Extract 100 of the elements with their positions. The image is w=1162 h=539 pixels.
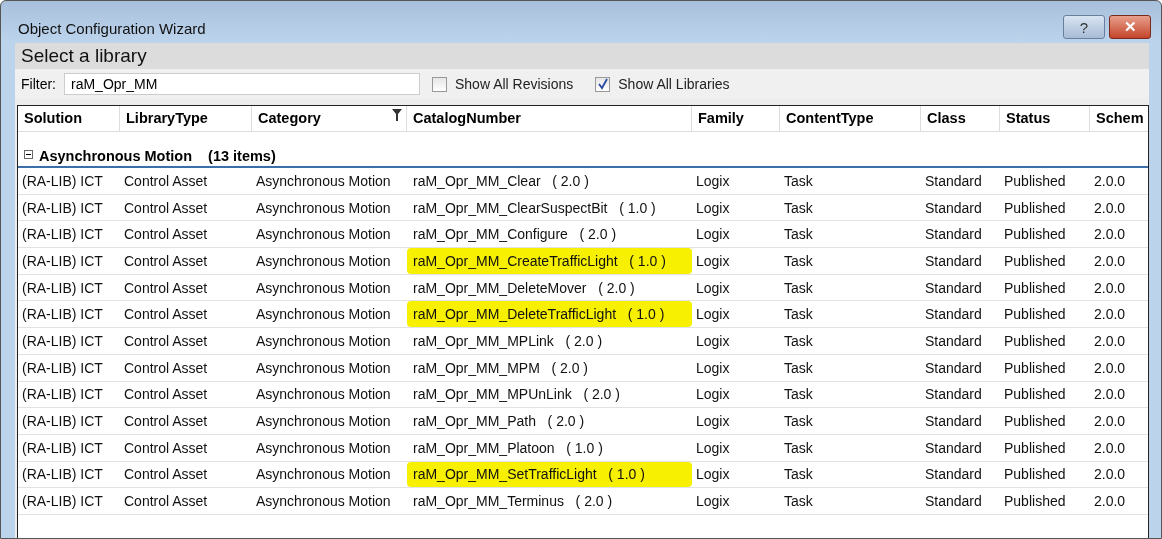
table-cell-text: Asynchronous Motion: [255, 385, 392, 405]
table-cell-text: Control Asset: [123, 492, 209, 512]
table-cell-text: 2.0.0: [1093, 492, 1127, 512]
filter-icon[interactable]: [392, 109, 402, 121]
table-cell-text: Logix: [695, 331, 731, 351]
table-cell-text: Standard: [924, 171, 983, 191]
filter-field[interactable]: raM_Opr_MM: [64, 73, 420, 95]
table-cell-text: 2.0.0: [1093, 305, 1127, 325]
table-cell-text: (RA-LIB) ICT: [21, 385, 104, 405]
table-cell-text: Asynchronous Motion: [255, 412, 392, 432]
table-cell-text: Standard: [924, 251, 983, 271]
table-cell-text: (RA-LIB) ICT: [21, 251, 104, 271]
table-cell-text: Logix: [695, 385, 731, 405]
table-cell-text: Standard: [924, 412, 983, 432]
filter-label: Filter:: [21, 76, 56, 92]
column-header[interactable]: LibraryType: [120, 106, 252, 131]
table-cell-text: Asynchronous Motion: [255, 251, 392, 271]
table-cell-text: Published: [1003, 358, 1067, 378]
table-cell-text: Control Asset: [123, 412, 209, 432]
column-header[interactable]: ContentType: [780, 106, 921, 131]
column-header[interactable]: Category: [252, 106, 407, 131]
table-cell-text: Standard: [924, 278, 983, 298]
window-title: Object Configuration Wizard: [18, 19, 206, 37]
table-cell: raM_Opr_MM_DeleteTrafficLight ( 1.0 ): [407, 301, 692, 328]
table-cell-text: (RA-LIB) ICT: [21, 492, 104, 512]
column-header[interactable]: Solution: [18, 106, 120, 131]
table-cell-text: Asynchronous Motion: [255, 305, 392, 325]
column-header[interactable]: Family: [692, 106, 780, 131]
table-cell-text: Control Asset: [123, 225, 209, 245]
table-cell-text: Task: [783, 412, 814, 432]
table-cell-text: Control Asset: [123, 465, 209, 485]
table-cell-text: (RA-LIB) ICT: [21, 412, 104, 432]
column-header[interactable]: CatalogNumber: [407, 106, 692, 131]
table-cell-text: Published: [1003, 251, 1067, 271]
table-cell-text: Published: [1003, 331, 1067, 351]
table-cell-text: Logix: [695, 305, 731, 325]
table-cell-text: (RA-LIB) ICT: [21, 358, 104, 378]
table-cell-text: (RA-LIB) ICT: [21, 331, 104, 351]
table-cell-text: Standard: [924, 465, 983, 485]
table-cell-text: Published: [1003, 492, 1067, 512]
table-cell-text: 2.0.0: [1093, 412, 1127, 432]
table-cell-text: raM_Opr_MM_Clear ( 2.0 ): [412, 171, 590, 191]
group-label: Asynchronous Motion: [39, 148, 193, 164]
table-cell-text: Asynchronous Motion: [255, 465, 392, 485]
table-cell-text: Control Asset: [123, 171, 209, 191]
table-cell-text: (RA-LIB) ICT: [21, 198, 104, 218]
table-cell-text: Published: [1003, 198, 1067, 218]
table-cell-text: Control Asset: [123, 385, 209, 405]
table-cell-text: Asynchronous Motion: [255, 358, 392, 378]
table-cell-text: Logix: [695, 251, 731, 271]
table-cell-text: (RA-LIB) ICT: [21, 171, 104, 191]
table-cell-text: Published: [1003, 305, 1067, 325]
table-cell-text: 2.0.0: [1093, 331, 1127, 351]
table-cell-text: Logix: [695, 438, 731, 458]
table-cell-text: Control Asset: [123, 331, 209, 351]
help-button[interactable]: ?: [1063, 15, 1105, 39]
column-header[interactable]: Class: [921, 106, 1000, 131]
column-header[interactable]: Status: [1000, 106, 1090, 131]
table-cell-text: Asynchronous Motion: [255, 171, 392, 191]
table-cell-text: 2.0.0: [1093, 171, 1127, 191]
table-cell-text: (RA-LIB) ICT: [21, 305, 104, 325]
table-cell-text: Asynchronous Motion: [255, 278, 392, 298]
table-cell-text: Task: [783, 251, 814, 271]
table-cell-text: Standard: [924, 438, 983, 458]
table-cell-text: Published: [1003, 171, 1067, 191]
table-cell-text: Published: [1003, 385, 1067, 405]
table-cell-text: Standard: [924, 385, 983, 405]
column-header[interactable]: Schem: [1090, 106, 1148, 131]
table-cell-text: Logix: [695, 171, 731, 191]
collapse-icon[interactable]: [24, 149, 33, 159]
checkbox[interactable]: [595, 76, 611, 92]
table-cell-text: raM_Opr_MM_Terminus ( 2.0 ): [412, 492, 614, 512]
table-cell-text: 2.0.0: [1093, 385, 1127, 405]
table-cell-text: Logix: [695, 278, 731, 298]
table-cell-text: raM_Opr_MM_ClearSuspectBit ( 1.0 ): [412, 198, 657, 218]
checkbox[interactable]: [432, 76, 447, 92]
table-cell-text: raM_Opr_MM_Platoon ( 1.0 ): [412, 438, 604, 458]
table-cell-text: Asynchronous Motion: [255, 198, 392, 218]
table-cell-text: Logix: [695, 412, 731, 432]
table-cell-text: Published: [1003, 412, 1067, 432]
table-cell-text: (RA-LIB) ICT: [21, 225, 104, 245]
table-cell: raM_Opr_MM_SetTrafficLight ( 1.0 ): [407, 461, 692, 488]
table-cell-text: Control Asset: [123, 305, 209, 325]
table-cell-text: Task: [783, 305, 814, 325]
table-cell-text: Control Asset: [123, 251, 209, 271]
table-cell-text: Asynchronous Motion: [255, 225, 392, 245]
table-cell-text: raM_Opr_MM_MPUnLink ( 2.0 ): [412, 385, 621, 405]
table-cell-text: Task: [783, 492, 814, 512]
table-cell-text: Control Asset: [123, 198, 209, 218]
table-cell-text: Standard: [924, 305, 983, 325]
checkbox-label: Show All Libraries: [618, 76, 730, 92]
table-cell-text: Task: [783, 385, 814, 405]
table-cell-text: Control Asset: [123, 438, 209, 458]
table-cell-text: (RA-LIB) ICT: [21, 278, 104, 298]
table-cell-text: Published: [1003, 278, 1067, 298]
page-heading: Select a library: [15, 43, 1149, 69]
table-cell-text: Logix: [695, 198, 731, 218]
table-cell-text: Standard: [924, 198, 983, 218]
table-cell-text: Asynchronous Motion: [255, 438, 392, 458]
table-cell-text: Logix: [695, 465, 731, 485]
